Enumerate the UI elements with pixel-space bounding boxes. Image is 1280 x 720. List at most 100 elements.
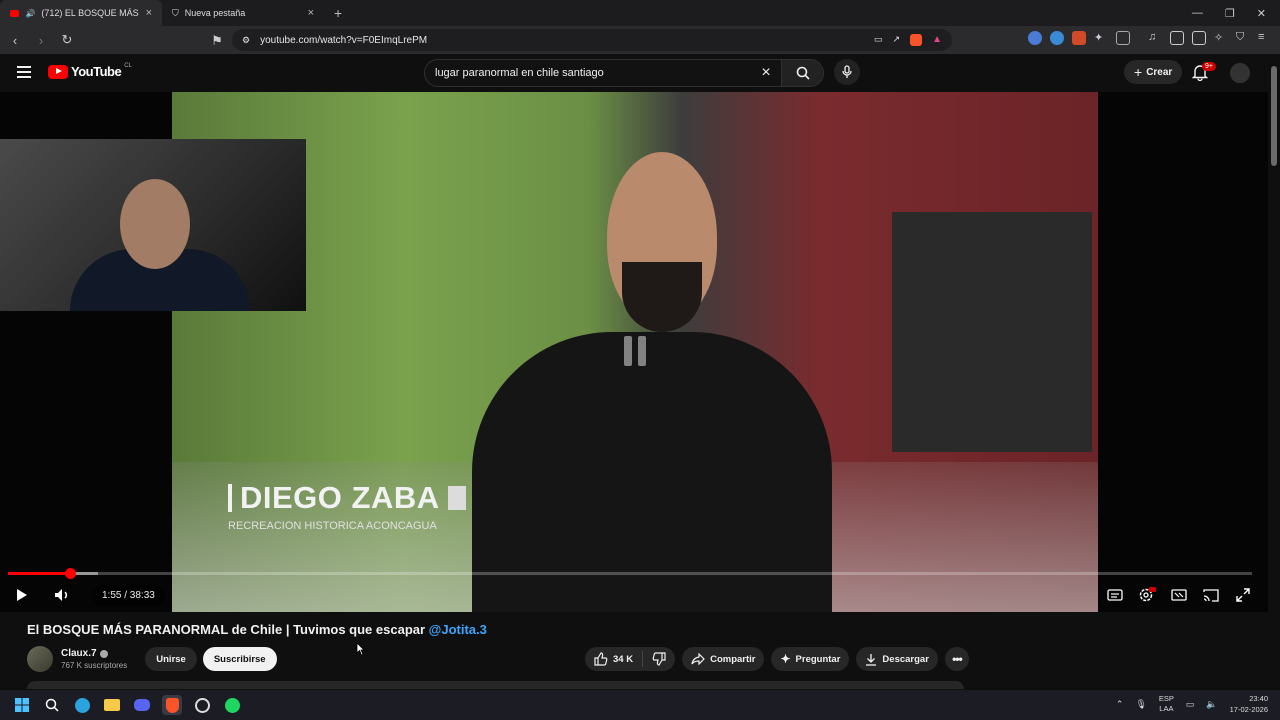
wallet-icon[interactable] — [1192, 31, 1206, 45]
puzzle-icon[interactable]: ✦ — [1094, 31, 1108, 45]
description-box[interactable] — [27, 681, 964, 689]
fullscreen-button[interactable] — [1230, 582, 1256, 608]
windows-start-icon[interactable] — [12, 695, 32, 715]
clear-search-icon[interactable]: × — [751, 64, 781, 82]
cast-icon — [1203, 588, 1219, 602]
miniplayer-button[interactable] — [1166, 582, 1192, 608]
file-explorer-icon[interactable] — [102, 695, 122, 715]
input-language[interactable]: ESP LAA — [1159, 694, 1174, 714]
like-button[interactable]: 34 K — [585, 647, 642, 671]
thumbs-down-icon — [652, 652, 666, 666]
share-arrow-icon — [691, 653, 705, 665]
vpn-icon[interactable]: ⛉ — [1236, 31, 1250, 45]
new-tab-button[interactable]: + — [324, 5, 352, 21]
time-display: 1:55 / 38:33 — [92, 584, 165, 606]
share-icon[interactable]: ↗ — [893, 34, 901, 46]
site-settings-icon[interactable]: ⚙ — [242, 35, 250, 46]
guide-menu-icon[interactable] — [17, 66, 31, 78]
volume-icon — [55, 589, 68, 601]
speaker-icon[interactable]: 🔊 — [25, 9, 35, 18]
cast-icon[interactable]: ▭ — [874, 34, 883, 46]
extension-icon[interactable] — [1050, 31, 1064, 45]
brave-shield-icon[interactable] — [910, 34, 923, 46]
obs-icon[interactable] — [192, 695, 212, 715]
clock-date: 17-02-2026 — [1229, 705, 1268, 714]
name-lower-third: DIEGO ZABA RECREACION HISTORICA ACONCAGU… — [228, 480, 466, 532]
shield-favicon-icon: ⛉ — [172, 7, 179, 18]
spotify-icon[interactable] — [222, 695, 242, 715]
extension-icon[interactable] — [1116, 31, 1130, 45]
scrollbar-thumb[interactable] — [1271, 66, 1277, 166]
volume-button[interactable] — [50, 582, 76, 608]
brave-rewards-icon[interactable]: ▲ — [932, 34, 942, 46]
music-icon[interactable]: ♫ — [1148, 31, 1162, 45]
progress-played — [8, 572, 70, 575]
tab-new-tab[interactable]: ⛉ Nueva pestaña × — [162, 0, 324, 26]
sidebar-icon[interactable] — [1170, 31, 1184, 45]
share-button[interactable]: Compartir — [682, 647, 765, 671]
windows-taskbar: ⌃ 🎙 ESP LAA ▭ 🔈 23:40 17-02-2026 — [0, 690, 1280, 720]
extension-icon[interactable] — [1072, 31, 1086, 45]
tab-youtube-video[interactable]: 🔊 (712) EL BOSQUE MÁS PARAN × — [0, 0, 162, 26]
bookmark-icon[interactable]: ⚑ — [210, 33, 224, 49]
taskbar-search-icon[interactable] — [42, 695, 62, 715]
brave-browser-icon[interactable] — [162, 695, 182, 715]
join-button[interactable]: Unirse — [145, 647, 197, 671]
reload-icon[interactable]: ↻ — [60, 32, 74, 48]
system-clock[interactable]: 23:40 17-02-2026 — [1230, 693, 1268, 715]
title-mention-link[interactable]: @Jotita.3 — [429, 622, 487, 637]
channel-row: Claux.7 767 K suscriptores Unirse Suscri… — [27, 646, 277, 672]
download-button[interactable]: Descargar — [856, 647, 938, 671]
back-icon[interactable]: ‹ — [8, 33, 22, 48]
subtitles-button[interactable] — [1102, 582, 1128, 608]
more-actions-button[interactable]: ••• — [944, 647, 969, 671]
close-tab-icon[interactable]: × — [308, 7, 314, 19]
create-label: Crear — [1146, 66, 1173, 78]
browser-tab-strip: 🔊 (712) EL BOSQUE MÁS PARAN × ⛉ Nueva pe… — [0, 0, 1280, 26]
settings-button[interactable] — [1134, 582, 1160, 608]
youtube-logo[interactable]: YouTube CL — [48, 63, 132, 79]
speaker-tray-icon[interactable]: 🔈 — [1206, 699, 1217, 710]
notification-badge: 9+ — [1202, 62, 1216, 71]
address-bar[interactable]: ⚙ youtube.com/watch?v=F0EImqLrePM ▭ ↗ ▲ — [232, 29, 952, 51]
close-window-icon[interactable]: ✕ — [1257, 7, 1266, 20]
create-button[interactable]: + Crear — [1124, 60, 1183, 84]
lower-third-subtitle: RECREACION HISTORICA ACONCAGUA — [228, 520, 437, 532]
channel-name[interactable]: Claux.7 — [61, 648, 97, 659]
minimize-icon[interactable]: — — [1192, 7, 1203, 20]
subscribe-button[interactable]: Suscribirse — [202, 647, 277, 671]
video-scene-person — [472, 152, 832, 612]
extension-icon[interactable] — [1028, 31, 1042, 45]
lower-third-name: DIEGO ZABA — [240, 480, 440, 515]
ask-button[interactable]: ✦ Preguntar — [771, 647, 850, 671]
account-avatar[interactable] — [1230, 63, 1250, 83]
cast-button[interactable] — [1198, 582, 1224, 608]
forward-icon[interactable]: › — [34, 33, 48, 48]
ask-label: Preguntar — [795, 653, 841, 665]
voice-search-button[interactable] — [834, 59, 860, 85]
play-button[interactable] — [8, 582, 34, 608]
page-scrollbar[interactable] — [1268, 54, 1280, 690]
search-button[interactable] — [781, 60, 823, 86]
dislike-button[interactable] — [643, 647, 675, 671]
progress-bar[interactable] — [8, 568, 1252, 579]
restore-icon[interactable]: ❐ — [1225, 7, 1235, 20]
telegram-icon[interactable] — [72, 695, 92, 715]
leo-ai-icon[interactable]: ✧ — [1214, 31, 1228, 45]
video-title: El BOSQUE MÁS PARANORMAL de Chile | Tuvi… — [27, 622, 487, 637]
clock-time: 23:40 — [1249, 694, 1268, 703]
close-tab-icon[interactable]: × — [146, 7, 152, 19]
progress-scrubber-handle[interactable] — [64, 568, 76, 579]
like-dislike-group: 34 K — [585, 647, 676, 671]
network-icon[interactable]: ▭ — [1186, 699, 1195, 710]
video-player[interactable]: DIEGO ZABA RECREACION HISTORICA ACONCAGU… — [0, 92, 1268, 612]
show-hidden-icons-icon[interactable]: ⌃ — [1116, 699, 1124, 710]
search-input[interactable] — [425, 67, 751, 79]
discord-icon[interactable] — [132, 695, 152, 715]
download-label: Descargar — [882, 653, 929, 665]
menu-icon[interactable]: ≡ — [1258, 31, 1272, 45]
microphone-icon — [842, 65, 852, 78]
video-actions: 34 K Compartir ✦ Preguntar Descargar ••• — [585, 647, 969, 671]
channel-avatar[interactable] — [27, 646, 53, 672]
microphone-tray-icon[interactable]: 🎙 — [1135, 699, 1146, 710]
